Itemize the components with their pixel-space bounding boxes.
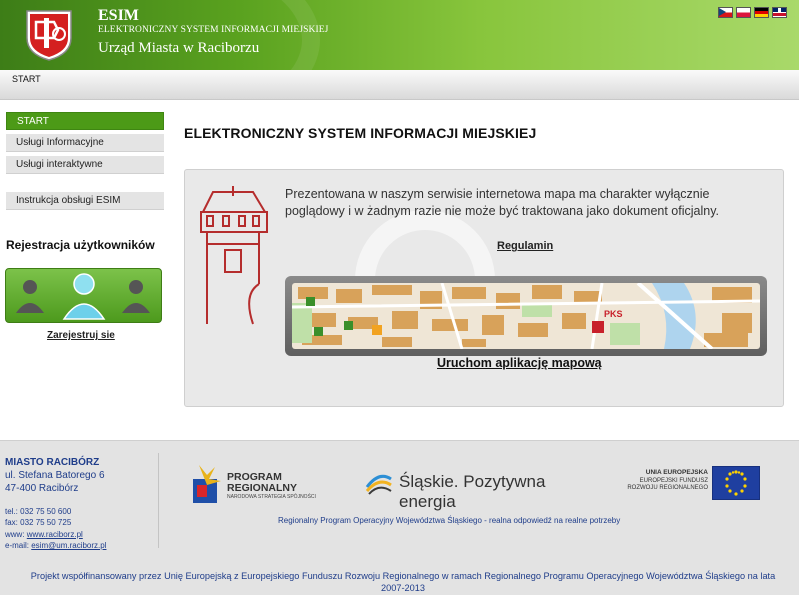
sidebar-item-start[interactable]: START <box>6 112 164 130</box>
launch-map-app-link[interactable]: Uruchom aplikację mapową <box>437 356 602 370</box>
page-title: ELEKTRONICZNY SYSTEM INFORMACJI MIEJSKIE… <box>184 125 537 141</box>
de-flag-icon[interactable] <box>754 7 769 18</box>
footer-email-prefix: e-mail: <box>5 540 32 550</box>
slaskie-emblem-icon <box>365 474 392 495</box>
footer-website-link[interactable]: www.raciborz.pl <box>27 530 83 539</box>
map-pks-label: PKS <box>604 309 623 319</box>
map-thumbnail: PKS <box>292 283 760 349</box>
footer-contacts: tel.: 032 75 50 600 fax: 032 75 50 725 w… <box>5 506 106 551</box>
city-office-name: Urząd Miasta w Raciborzu <box>98 40 260 56</box>
app-title: ESIM <box>98 7 139 24</box>
sidebar-item-interactive-services[interactable]: Usługi interaktywne <box>6 156 164 174</box>
footer-address: ul. Stefana Batorego 6 47-400 Racibórz <box>5 469 105 495</box>
registration-users-banner[interactable] <box>5 268 162 323</box>
footer-project-note: Projekt współfinansowany przez Unię Euro… <box>30 571 776 593</box>
cz-flag-icon[interactable] <box>718 7 733 18</box>
language-switcher <box>718 7 787 18</box>
eu-line2: EUROPEJSKI FUNDUSZ <box>639 477 708 484</box>
app-subtitle: ELEKTRONICZNY SYSTEM INFORMACJI MIEJSKIE… <box>98 25 329 35</box>
regulations-link[interactable]: Regulamin <box>497 240 553 252</box>
sidebar-item-information-services[interactable]: Usługi Informacyjne <box>6 134 164 152</box>
sidebar-item-esim-manual[interactable]: Instrukcja obsługi ESIM <box>6 192 164 210</box>
pl-flag-icon[interactable] <box>736 7 751 18</box>
footer-www-prefix: www: <box>5 529 27 539</box>
info-panel: Prezentowana w naszym serwisie interneto… <box>184 169 784 407</box>
map-disclaimer: Prezentowana w naszym serwisie interneto… <box>285 187 720 218</box>
eu-fund-logo[interactable]: UNIA EUROPEJSKA EUROPEJSKI FUNDUSZ ROZWO… <box>620 465 762 501</box>
eu-line3: ROZWOJU REGIONALNEGO <box>627 485 708 491</box>
eu-flag-icon <box>712 466 760 500</box>
footer-fax: fax: 032 75 50 725 <box>5 518 72 528</box>
slaskie-logo[interactable]: Śląskie. Pozytywna energia <box>365 469 595 511</box>
breadcrumb[interactable]: START <box>12 74 41 84</box>
gb-flag-icon[interactable] <box>772 7 787 18</box>
users-group-icon <box>16 273 150 320</box>
register-link[interactable]: Zarejestruj sie <box>47 330 115 341</box>
footer-divider <box>158 453 159 548</box>
program-subtitle: NARODOWA STRATEGIA SPÓJNOŚCI <box>227 494 316 500</box>
footer-tagline: Regionalny Program Operacyjny Województw… <box>278 516 621 525</box>
registration-heading: Rejestracja użytkowników <box>6 238 155 252</box>
footer-street: ul. Stefana Batorego 6 <box>5 470 105 481</box>
footer-tel: tel.: 032 75 50 600 <box>5 507 72 516</box>
program-regionalny-logo[interactable]: PROGRAM REGIONALNY NARODOWA STRATEGIA SPÓ… <box>193 465 323 505</box>
sidebar-nav: START Usługi Informacyjne Usługi interak… <box>6 112 164 214</box>
footer-city-name: MIASTO RACIBÓRZ <box>5 457 100 468</box>
city-coat-of-arms-icon[interactable] <box>24 8 74 62</box>
footer: MIASTO RACIBÓRZ ul. Stefana Batorego 6 4… <box>0 440 799 595</box>
town-hall-tower-icon <box>200 186 268 325</box>
program-line2: REGIONALNY <box>227 482 298 494</box>
slaskie-text: Śląskie. Pozytywna energia <box>399 472 546 511</box>
header: ESIM ELEKTRONICZNY SYSTEM INFORMACJI MIE… <box>0 0 799 70</box>
footer-postal: 47-400 Racibórz <box>5 483 79 494</box>
footer-email-link[interactable]: esim@um.raciborz.pl <box>31 541 106 550</box>
eu-line1: UNIA EUROPEJSKA <box>645 469 708 476</box>
program-regionalny-emblem-icon <box>193 465 221 503</box>
breadcrumb-bar: START <box>0 70 799 100</box>
map-preview-button[interactable]: PKS <box>285 276 767 356</box>
